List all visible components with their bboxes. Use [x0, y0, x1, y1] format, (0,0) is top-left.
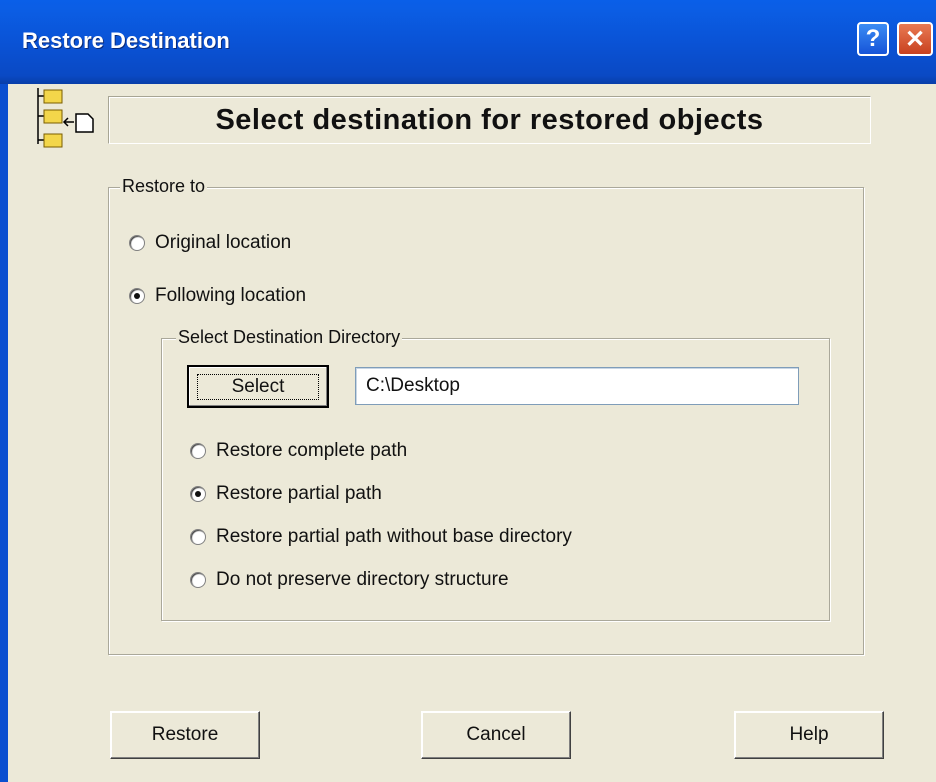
help-title-button[interactable]: ?: [857, 22, 889, 56]
radio-restore-partial-path[interactable]: Restore partial path: [190, 483, 382, 505]
radio-following-location[interactable]: Following location: [129, 285, 306, 307]
destination-directory-legend: Select Destination Directory: [176, 327, 403, 348]
radio-label: Do not preserve directory structure: [216, 569, 509, 590]
title-bar[interactable]: Restore Destination ? ✕: [0, 0, 936, 84]
select-button-label: Select: [196, 373, 320, 400]
radio-do-not-preserve-structure[interactable]: Do not preserve directory structure: [190, 569, 509, 591]
radio-label: Original location: [155, 232, 292, 253]
radio-label: Restore partial path without base direct…: [216, 526, 572, 547]
radio-button[interactable]: [190, 529, 206, 545]
radio-label: Restore complete path: [216, 440, 408, 461]
window-title: Restore Destination: [22, 28, 230, 53]
radio-button[interactable]: [190, 572, 206, 588]
radio-label: Restore partial path: [216, 483, 382, 504]
radio-restore-partial-path-without-base[interactable]: Restore partial path without base direct…: [190, 526, 572, 548]
header-banner: Select destination for restored objects: [108, 96, 871, 144]
radio-restore-complete-path[interactable]: Restore complete path: [190, 440, 407, 462]
select-button[interactable]: Select: [187, 365, 329, 408]
cancel-button[interactable]: Cancel: [421, 711, 571, 759]
restore-to-legend: Restore to: [120, 176, 208, 197]
destination-path-field[interactable]: C:\Desktop: [355, 367, 799, 405]
radio-label: Following location: [155, 285, 307, 306]
radio-button[interactable]: [129, 235, 145, 251]
restore-button[interactable]: Restore: [110, 711, 260, 759]
radio-original-location[interactable]: Original location: [129, 232, 291, 254]
help-button[interactable]: Help: [734, 711, 884, 759]
radio-button[interactable]: [190, 443, 206, 459]
folder-tree-restore-icon: [37, 88, 94, 148]
radio-button[interactable]: [129, 288, 145, 304]
radio-button[interactable]: [190, 486, 206, 502]
header-title: Select destination for restored objects: [215, 103, 764, 136]
close-button[interactable]: ✕: [897, 22, 933, 56]
